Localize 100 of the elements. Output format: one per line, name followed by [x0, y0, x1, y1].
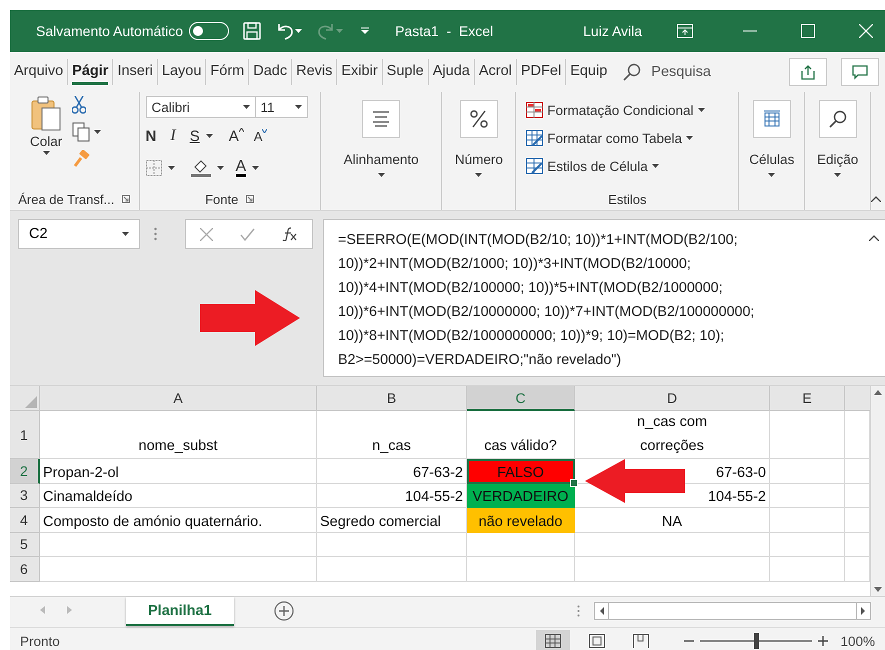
row-header[interactable]: 5: [10, 532, 40, 557]
conditional-formatting-button[interactable]: Formatação Condicional: [547, 102, 694, 118]
row-header[interactable]: 3: [10, 484, 40, 508]
caret-icon[interactable]: [42, 151, 50, 156]
row-header[interactable]: 1: [10, 411, 40, 459]
ribbon-tab[interactable]: Ajuda: [428, 59, 475, 85]
dots-icon: [577, 605, 580, 617]
search-icon: [623, 63, 642, 81]
search-icon[interactable]: [828, 110, 847, 128]
caret-down-icon: [262, 128, 268, 132]
maximize-icon[interactable]: [801, 24, 815, 38]
italic-button[interactable]: I: [170, 127, 176, 145]
caret-icon[interactable]: [94, 130, 102, 134]
column-header[interactable]: C: [467, 386, 575, 411]
row-header[interactable]: 6: [10, 557, 40, 582]
undo-icon[interactable]: [275, 22, 296, 40]
insert-function-icon[interactable]: [282, 227, 298, 241]
percent-icon[interactable]: [470, 110, 488, 128]
column-header[interactable]: B: [317, 386, 467, 411]
caret-icon[interactable]: [242, 104, 250, 110]
dialog-launcher-icon[interactable]: [122, 195, 130, 203]
caret-icon[interactable]: [206, 134, 213, 138]
cells-icon[interactable]: [762, 110, 781, 128]
caret-icon[interactable]: [378, 173, 385, 178]
format-as-table-button[interactable]: Formatar como Tabela: [547, 130, 682, 146]
fill-color-icon[interactable]: [190, 159, 211, 177]
paste-icon[interactable]: [30, 96, 62, 132]
copy-icon[interactable]: [72, 122, 90, 142]
cells-button[interactable]: Células: [749, 152, 794, 167]
underline-button[interactable]: S: [190, 128, 200, 144]
view-button[interactable]: [536, 630, 570, 650]
row-header[interactable]: 2: [10, 459, 40, 484]
caret-icon[interactable]: [294, 104, 302, 110]
caret-icon[interactable]: [768, 173, 776, 178]
caret-icon[interactable]: [216, 166, 224, 170]
ribbon-tab[interactable]: Exibir: [337, 59, 383, 85]
group-label: Estilos: [608, 192, 646, 206]
share-icon[interactable]: [800, 64, 816, 80]
ribbon-tab[interactable]: Fórm: [206, 59, 250, 85]
collapse-ribbon-icon[interactable]: [871, 196, 882, 202]
collapse-icon[interactable]: [869, 235, 879, 241]
align-icon[interactable]: [372, 111, 390, 127]
table-cell: nome_subst: [40, 411, 317, 459]
zoom-in-icon[interactable]: [818, 636, 828, 646]
ribbon-tab[interactable]: Inseri: [113, 59, 158, 85]
scroll-up-icon[interactable]: [874, 390, 882, 395]
ribbon-display-icon[interactable]: [677, 24, 693, 38]
number-button[interactable]: Número: [454, 152, 503, 167]
cell-styles-button[interactable]: Estilos de Célula: [547, 158, 648, 174]
comment-icon[interactable]: [852, 64, 868, 80]
ribbon-tab[interactable]: Págir: [68, 59, 114, 85]
font-color-button[interactable]: A: [236, 159, 246, 177]
zoom-thumb[interactable]: [754, 633, 760, 649]
caret-icon[interactable]: [686, 136, 694, 140]
autosave-toggle[interactable]: [189, 22, 230, 40]
font-name-field[interactable]: Calibri: [146, 96, 256, 118]
caret-icon[interactable]: [475, 173, 482, 178]
ribbon-tab[interactable]: Arquivo: [10, 59, 68, 85]
grow-font-button[interactable]: A: [228, 128, 244, 144]
caret-icon[interactable]: [652, 164, 659, 168]
alignment-button[interactable]: Alinhamento: [344, 152, 419, 167]
row-header[interactable]: 4: [10, 508, 40, 532]
ribbon-tab[interactable]: Revis: [292, 59, 338, 85]
bold-button[interactable]: N: [146, 128, 156, 144]
caret-icon[interactable]: [252, 166, 260, 170]
column-header[interactable]: D: [575, 386, 770, 411]
zoom-level[interactable]: 100%: [840, 634, 875, 648]
scroll-down-icon[interactable]: [874, 587, 882, 592]
autosave-label: Salvamento Automático: [36, 23, 184, 39]
caret-icon[interactable]: [295, 28, 302, 34]
editing-button[interactable]: Edição: [816, 152, 858, 167]
ribbon-tab[interactable]: Equip: [566, 59, 612, 85]
ribbon-tab[interactable]: Layou: [158, 59, 206, 85]
ribbon-tab[interactable]: Dadc: [249, 59, 292, 85]
dialog-launcher-icon[interactable]: [246, 195, 254, 203]
ribbon-tab[interactable]: Suple: [382, 59, 429, 85]
borders-icon[interactable]: [146, 160, 162, 176]
customize-icon[interactable]: [361, 27, 370, 35]
caret-icon[interactable]: [834, 173, 842, 178]
user-name[interactable]: Luiz Avila: [583, 23, 642, 39]
ribbon-tab[interactable]: Acrol: [474, 59, 517, 85]
caret-icon[interactable]: [698, 108, 705, 112]
paste-button[interactable]: Colar: [30, 134, 62, 149]
column-header[interactable]: E: [770, 386, 845, 411]
table-cell: Propan-2-ol: [40, 459, 317, 484]
column-header[interactable]: A: [40, 386, 317, 411]
search-field[interactable]: Pesquisa: [651, 64, 711, 80]
shrink-font-button[interactable]: A: [254, 128, 268, 144]
table-cell: VERDADEIRO: [467, 484, 575, 508]
close-icon[interactable]: [859, 24, 873, 38]
add-sheet-icon[interactable]: [274, 601, 294, 621]
font-size-field[interactable]: 11: [256, 96, 308, 118]
caret-icon[interactable]: [168, 166, 175, 170]
dots-icon: [154, 227, 157, 241]
caret-icon[interactable]: [122, 232, 129, 236]
ribbon-tab[interactable]: PDFel: [516, 59, 566, 85]
save-icon[interactable]: [243, 22, 262, 40]
sheet-tab[interactable]: Planilha1: [126, 597, 234, 626]
name-box[interactable]: C2: [18, 219, 140, 249]
scissors-icon[interactable]: [72, 96, 86, 114]
